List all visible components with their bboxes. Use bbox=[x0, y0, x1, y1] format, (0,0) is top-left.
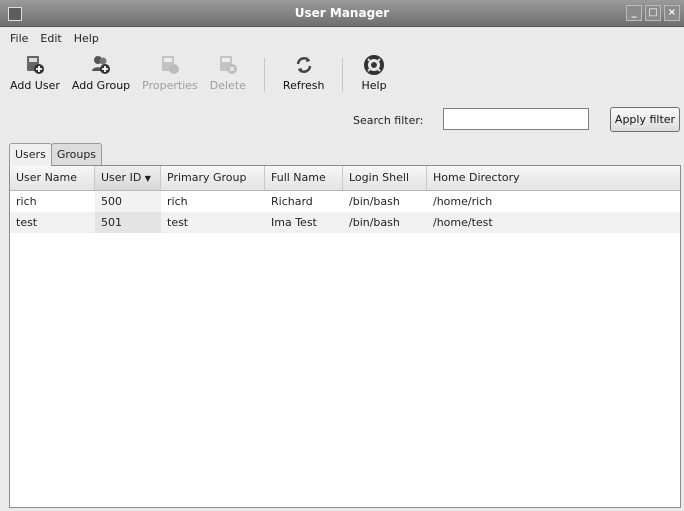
search-filter-input[interactable] bbox=[443, 108, 589, 130]
help-label: Help bbox=[361, 79, 387, 92]
column-header-user-name[interactable]: User Name bbox=[10, 166, 95, 190]
cell-home-directory: /home/test bbox=[433, 216, 493, 229]
maximize-button[interactable]: □ bbox=[645, 5, 661, 21]
properties-icon bbox=[161, 56, 179, 74]
cell-primary-group: test bbox=[167, 216, 189, 229]
column-header-full-name[interactable]: Full Name bbox=[265, 166, 343, 190]
toolbar-separator bbox=[263, 58, 265, 92]
menu-file[interactable]: File bbox=[0, 32, 34, 45]
sort-descending-icon: ▼ bbox=[144, 174, 151, 183]
delete-label: Delete bbox=[209, 79, 246, 92]
add-user-button[interactable]: Add User bbox=[4, 50, 66, 102]
menu-help[interactable]: Help bbox=[68, 32, 105, 45]
delete-button[interactable]: Delete bbox=[204, 50, 252, 102]
add-group-icon bbox=[92, 56, 111, 74]
add-user-label: Add User bbox=[10, 79, 60, 92]
table-row[interactable]: test 501 test Ima Test /bin/bash /home/t… bbox=[10, 212, 680, 233]
table-header: User Name User ID ▼ Primary Group Full N… bbox=[10, 166, 680, 191]
refresh-label: Refresh bbox=[282, 79, 325, 92]
cell-primary-group: rich bbox=[167, 195, 188, 208]
column-header-home-directory[interactable]: Home Directory bbox=[427, 166, 680, 190]
tab-groups[interactable]: Groups bbox=[50, 143, 103, 165]
table-row[interactable]: rich 500 rich Richard /bin/bash /home/ri… bbox=[10, 191, 680, 212]
add-group-button[interactable]: Add Group bbox=[66, 50, 136, 102]
cell-login-shell: /bin/bash bbox=[349, 195, 400, 208]
toolbar: Add User Add Group Properties Delete Ref… bbox=[4, 50, 393, 102]
cell-home-directory: /home/rich bbox=[433, 195, 493, 208]
title-bar: User Manager _ □ × bbox=[0, 0, 684, 27]
tab-bar: Users Groups bbox=[9, 143, 103, 166]
cell-full-name: Richard bbox=[271, 195, 313, 208]
cell-user-id: 501 bbox=[95, 212, 161, 233]
cell-user-name: test bbox=[16, 216, 38, 229]
apply-filter-button[interactable]: Apply filter bbox=[610, 107, 680, 132]
refresh-button[interactable]: Refresh bbox=[277, 50, 331, 102]
column-header-user-id[interactable]: User ID ▼ bbox=[95, 166, 161, 190]
app-icon bbox=[8, 7, 22, 21]
tab-users[interactable]: Users bbox=[9, 143, 52, 166]
window-controls: _ □ × bbox=[626, 5, 680, 21]
users-table: User Name User ID ▼ Primary Group Full N… bbox=[9, 165, 681, 508]
close-button[interactable]: × bbox=[664, 5, 680, 21]
properties-label: Properties bbox=[142, 79, 198, 92]
cell-user-id: 500 bbox=[95, 191, 161, 212]
toolbar-separator bbox=[342, 58, 344, 92]
cell-user-name: rich bbox=[16, 195, 37, 208]
cell-full-name: Ima Test bbox=[271, 216, 317, 229]
add-user-icon bbox=[26, 56, 44, 74]
column-header-primary-group[interactable]: Primary Group bbox=[161, 166, 265, 190]
cell-login-shell: /bin/bash bbox=[349, 216, 400, 229]
search-filter-label: Search filter: bbox=[353, 114, 424, 127]
help-button[interactable]: Help bbox=[355, 50, 392, 102]
user-manager-window: User Manager _ □ × File Edit Help Add Us… bbox=[0, 0, 684, 511]
column-header-login-shell[interactable]: Login Shell bbox=[343, 166, 427, 190]
add-group-label: Add Group bbox=[71, 79, 131, 92]
delete-icon bbox=[219, 56, 237, 74]
help-icon bbox=[364, 55, 384, 75]
menu-edit[interactable]: Edit bbox=[34, 32, 67, 45]
minimize-button[interactable]: _ bbox=[626, 5, 642, 21]
column-header-user-id-label: User ID bbox=[101, 171, 142, 184]
properties-button[interactable]: Properties bbox=[136, 50, 204, 102]
window-title: User Manager bbox=[294, 6, 390, 20]
menubar: File Edit Help bbox=[0, 27, 684, 49]
refresh-icon bbox=[296, 57, 311, 73]
